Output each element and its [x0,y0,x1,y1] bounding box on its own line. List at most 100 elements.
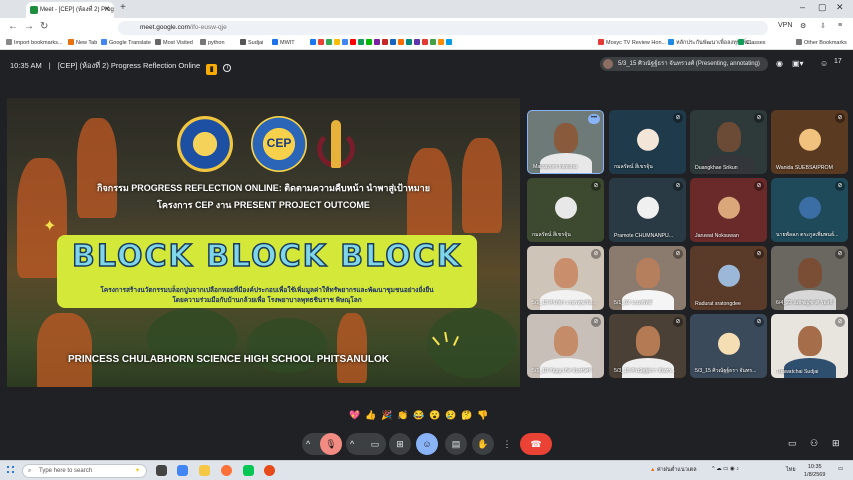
reaction-thumbs-up[interactable]: 👍 [363,410,379,421]
window-close-icon[interactable]: ✕ [836,2,844,13]
participant-tile[interactable]: ⊘ 5/3_15 ศิวณัฐฐ์ธรา จันทร... [690,314,767,378]
browser-tab[interactable]: Meet - [CEP] (ห้องที่ 2) Prog ✕ [26,2,114,18]
reload-icon[interactable]: ↻ [40,21,48,32]
page-icon [272,39,278,45]
close-tab-icon[interactable]: ✕ [104,2,110,18]
reaction-thumbs-down[interactable]: 👎 [475,410,491,421]
bookmark-item[interactable]: Classes [738,39,766,46]
participant-tile[interactable]: ⊘ 5/1_10 กัญญาภัส จันทร์ศรี [527,314,604,378]
recording-icon[interactable]: ▮ [206,64,218,75]
participant-tile[interactable]: ⊘ Pramote CHUMNANPU... [609,178,686,242]
camera-toggle-button[interactable]: ▭ [364,433,386,455]
participant-tile[interactable]: ⊘ นายพัลลภ ตระกูลเพิ่มพนธ์... [771,178,848,242]
minimize-icon[interactable]: – [800,2,805,12]
bookmark-item[interactable]: Google Translate [101,39,151,46]
app-icon[interactable] [264,465,275,476]
reaction-sad[interactable]: 😢 [443,410,459,421]
participant-tile[interactable]: ⊘ 5/1_15 ศิรภัทร เกษรสุขเรือ... [527,246,604,310]
people-panel-icon[interactable]: ⚇ [810,438,818,449]
participant-tile[interactable]: ••• Mathayom Inthicha [527,110,604,174]
sheets-icon [358,39,364,45]
participant-name: นายพัลลภ ตระกูลเพิ่มพนธ์... [776,232,839,238]
participant-tile[interactable]: ⊘ Duangkhae Srikun [690,110,767,174]
captions-button[interactable]: ▤ [445,433,467,455]
bookmark-item[interactable]: Import bookmarks... [6,39,63,46]
participant-tile[interactable]: ⊘ 5/3_15 ศิวณัฐฐ์ธรา จันทร... [609,314,686,378]
file-explorer-icon[interactable] [199,465,210,476]
tab-title: Meet - [CEP] (ห้องที่ 2) Prog [40,7,114,13]
presenter-chip[interactable]: 5/3_15 ศิวณัฐฐ์ธรา จันทรวงศ์ (Presenting… [600,57,768,71]
people-icon[interactable]: ☺ [820,59,828,68]
reaction-laugh[interactable]: 😂 [411,410,427,421]
back-icon[interactable]: ← [8,21,18,32]
slide-photo-element [337,313,367,383]
mic-off-icon: ⊘ [754,249,764,259]
facebook-icon [310,39,316,45]
weather-widget[interactable]: ▲ ค่าฝนต่ำแนวเตล [650,466,697,474]
forward-icon[interactable]: → [24,21,34,32]
participant-tile[interactable]: ⊘ Thawatchai Sudjai [771,314,848,378]
bookmark-item[interactable]: Most Visited [155,39,193,46]
more-options-button[interactable]: ⋮ [500,433,514,455]
vpn-badge[interactable]: VPN [778,22,792,29]
language-indicator[interactable]: ไทย [786,466,796,474]
chrome-icon[interactable] [177,465,188,476]
task-view-icon[interactable] [156,465,167,476]
present-button[interactable]: ⊞ [389,433,411,455]
participant-tile[interactable]: ⊘ Radurat sratongdee [690,246,767,310]
participant-tile[interactable]: ⊘ 6/4_23 ณพิชญ์ชาติ รองชื่ [771,246,848,310]
reaction-surprised[interactable]: 😮 [427,410,443,421]
reaction-thinking[interactable]: 🤔 [459,410,475,421]
header-separator: | [48,61,51,70]
activities-icon[interactable]: ⊞ [832,438,840,449]
bookmark-shortcuts[interactable] [310,39,454,46]
participant-tile[interactable]: ⊘ กมลรัตน์ สีเขรจุ้น [609,110,686,174]
project-title-box: BLOCK BLOCK BLOCK โครงการสร้างนวัตกรรมบล… [57,235,477,308]
bookmark-item[interactable]: Mosyc TV Review Hon... [598,39,666,46]
bookmark-item[interactable]: Other Bookmarks [796,39,847,46]
stop-annotate-icon[interactable]: ◉ [776,59,783,68]
more-options-icon[interactable]: ••• [588,114,600,124]
participant-tile[interactable]: ⊘ Jaruwat Noksuwan [690,178,767,242]
download-icon[interactable]: ⇩ [820,22,826,30]
meeting-title: [CEP] (ห้องที่ 2) Progress Reflection On… [57,61,201,70]
slide-photo-element [37,313,92,387]
participant-tile[interactable]: ⊘ Wanida SUEBSAIPROM [771,110,848,174]
presented-slide[interactable]: CEP กิจกรรม PROGRESS REFLECTION ONLINE: … [7,98,520,387]
tray-icons[interactable]: ^ ☁ ▭ ◉ ♪ [712,466,739,472]
bookmark-item[interactable]: python [200,39,225,46]
emoji-icon: ☺ [422,439,432,449]
system-clock[interactable]: 10:35 1/8/2569 [804,463,825,479]
participant-video [539,153,592,173]
app-icon [406,39,412,45]
participant-tile[interactable]: ⊘ 5/1_02 นนทพัทธิ์ [609,246,686,310]
cep-logo: CEP [251,116,307,172]
bookmark-item[interactable]: New Tab [68,39,97,46]
reactions-button[interactable]: ☺ [416,433,438,455]
taskbar-search-input[interactable]: ⌕ Type here to search ✦ [22,464,147,478]
notifications-icon[interactable]: ▭ [838,466,843,472]
extensions-icon[interactable]: ⚙ [800,22,806,30]
reaction-heart[interactable]: 💖 [347,410,363,421]
mic-off-icon: ⊘ [673,249,683,259]
reaction-clap[interactable]: 👏 [395,410,411,421]
school-seal-logo [177,116,233,172]
reaction-party[interactable]: 🎉 [379,410,395,421]
new-tab-icon[interactable]: + [120,2,126,13]
raise-hand-button[interactable]: ✋ [472,433,494,455]
line-app-icon[interactable] [243,465,254,476]
present-options-icon[interactable]: ▣▾ [792,59,804,68]
firefox-icon[interactable] [221,465,232,476]
mic-toggle-button[interactable]: 🎙 [320,433,342,455]
browser-menu-icon[interactable]: ≡ [838,22,842,29]
leave-call-button[interactable]: ☎ [520,433,552,455]
windows-start-icon[interactable] [6,465,16,475]
hand-icon: ✋ [477,439,489,449]
url-bar[interactable]: meet.google.com/ifo-eusw-qje [118,21,768,35]
bookmark-item[interactable]: Sudjai [240,39,263,46]
bookmark-item[interactable]: MWIT [272,39,295,46]
maximize-icon[interactable]: ▢ [818,2,827,13]
chat-icon[interactable]: ▭ [788,438,797,449]
info-icon[interactable]: i [223,64,232,72]
participant-tile[interactable]: ⊘ กมลรัตน์ สีเขรจุ้น [527,178,604,242]
